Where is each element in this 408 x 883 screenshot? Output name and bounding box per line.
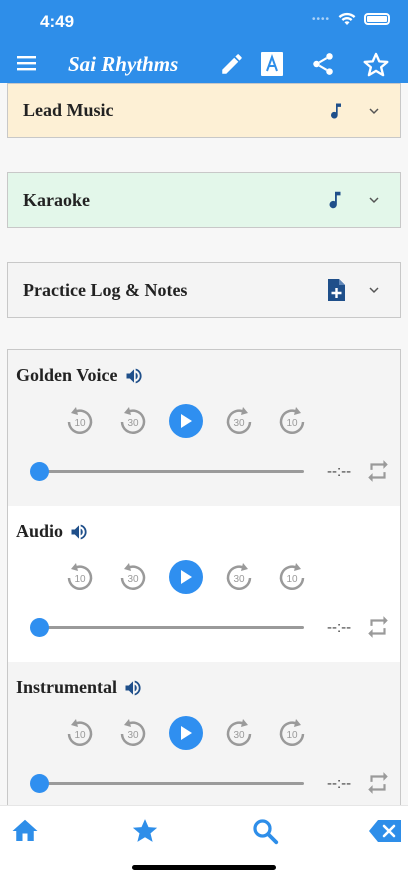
forward-30-label: 30 — [233, 418, 245, 429]
status-indicators: •••• — [312, 12, 390, 26]
volume-icon[interactable] — [123, 678, 143, 698]
player-title: Instrumental — [16, 677, 143, 698]
progress-slider-thumb[interactable] — [30, 618, 49, 637]
time-remaining: --:-- — [327, 619, 352, 636]
font-a-icon[interactable] — [260, 51, 284, 77]
repeat-icon[interactable] — [365, 458, 391, 484]
bottom-nav — [0, 805, 408, 883]
chevron-down-icon[interactable] — [366, 282, 382, 298]
chevron-down-icon[interactable] — [366, 103, 382, 119]
play-button[interactable] — [169, 560, 203, 594]
status-time: 4:49 — [40, 12, 75, 31]
progress-slider-thumb[interactable] — [30, 774, 49, 793]
forward-10-label: 10 — [286, 730, 298, 741]
play-button[interactable] — [169, 404, 203, 438]
player-instrumental: Instrumental 10 30 30 10 --:-- — [8, 662, 400, 805]
player-title: Audio — [16, 521, 89, 542]
rewind-30-label: 30 — [127, 418, 139, 429]
repeat-icon[interactable] — [365, 770, 391, 796]
rewind-10-label: 10 — [74, 730, 86, 741]
progress-slider-track[interactable] — [38, 470, 304, 473]
forward-30-label: 30 — [233, 574, 245, 585]
forward-10-icon[interactable]: 10 — [275, 560, 309, 594]
forward-30-icon[interactable]: 30 — [222, 560, 256, 594]
music-note-icon — [331, 103, 341, 119]
play-icon — [181, 570, 192, 584]
rewind-10-label: 10 — [74, 574, 86, 585]
rewind-10-icon[interactable]: 10 — [63, 404, 97, 438]
rewind-30-label: 30 — [127, 574, 139, 585]
play-button[interactable] — [169, 716, 203, 750]
player-title: Golden Voice — [16, 365, 144, 386]
time-remaining: --:-- — [327, 775, 352, 792]
forward-30-icon[interactable]: 30 — [222, 716, 256, 750]
rewind-30-icon[interactable]: 30 — [116, 404, 150, 438]
section-karaoke[interactable]: Karaoke — [7, 172, 401, 228]
music-note-icon — [329, 191, 341, 209]
rewind-30-label: 30 — [127, 730, 139, 741]
home-icon[interactable] — [10, 816, 40, 846]
forward-30-label: 30 — [233, 730, 245, 741]
chevron-down-icon[interactable] — [366, 192, 382, 208]
menu-icon[interactable] — [16, 54, 38, 72]
backspace-icon[interactable] — [368, 816, 404, 846]
section-title: Lead Music — [23, 100, 114, 120]
rewind-10-label: 10 — [74, 418, 86, 429]
section-title: Practice Log & Notes — [23, 279, 188, 300]
repeat-icon[interactable] — [365, 614, 391, 640]
rewind-10-icon[interactable]: 10 — [63, 560, 97, 594]
player-title-label: Audio — [16, 521, 64, 541]
rewind-10-icon[interactable]: 10 — [63, 716, 97, 750]
forward-10-label: 10 — [286, 418, 298, 429]
time-remaining: --:-- — [327, 463, 352, 480]
volume-icon[interactable] — [124, 366, 144, 386]
section-title: Karaoke — [23, 189, 90, 210]
player-audio: Audio 10 30 30 10 --:-- — [8, 506, 400, 662]
play-icon — [181, 414, 192, 428]
note-add-icon — [328, 279, 345, 301]
pencil-icon[interactable] — [219, 51, 245, 77]
star-outline-icon[interactable] — [362, 51, 390, 79]
forward-30-icon[interactable]: 30 — [222, 404, 256, 438]
player-title-label: Instrumental — [16, 677, 118, 697]
signal-dots: •••• — [311, 13, 330, 25]
section-practice-log[interactable]: Practice Log & Notes — [7, 262, 401, 318]
song-content[interactable]: Lead Music Karaoke Practice Log & Notes — [0, 83, 408, 805]
wifi-icon — [338, 12, 356, 25]
play-icon — [181, 726, 192, 740]
player-golden-voice: Golden Voice 10 30 30 10 --:-- — [8, 350, 400, 506]
rewind-30-icon[interactable]: 30 — [116, 560, 150, 594]
volume-icon[interactable] — [69, 522, 89, 542]
rewind-30-icon[interactable]: 30 — [116, 716, 150, 750]
app-header: 4:49 •••• Sai Rhythms — [0, 0, 408, 83]
section-lead-music[interactable]: Lead Music — [7, 83, 401, 138]
star-icon[interactable] — [130, 816, 160, 846]
share-icon[interactable] — [310, 51, 336, 77]
search-icon[interactable] — [250, 816, 280, 846]
forward-10-icon[interactable]: 10 — [275, 716, 309, 750]
audio-players: Golden Voice 10 30 30 10 --:-- Audio 10 … — [7, 349, 401, 805]
progress-slider-track[interactable] — [38, 626, 304, 629]
forward-10-icon[interactable]: 10 — [275, 404, 309, 438]
battery-icon — [364, 13, 390, 25]
progress-slider-track[interactable] — [38, 782, 304, 785]
home-indicator — [132, 865, 276, 870]
forward-10-label: 10 — [286, 574, 298, 585]
player-title-label: Golden Voice — [16, 365, 118, 385]
progress-slider-thumb[interactable] — [30, 462, 49, 481]
app-title: Sai Rhythms — [68, 52, 179, 76]
